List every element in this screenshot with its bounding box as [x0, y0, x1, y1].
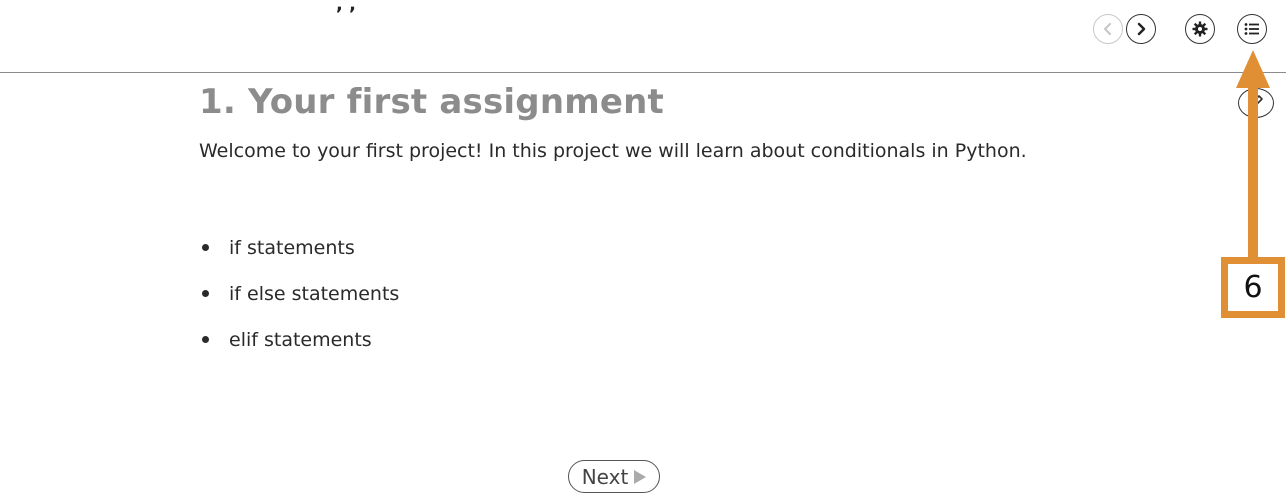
page-title: 1. Your first assignment	[199, 82, 664, 122]
list-item-text: elif statements	[229, 329, 372, 351]
gear-icon	[1192, 21, 1208, 37]
list-item: elif statements	[199, 318, 399, 364]
annotation-arrow-shaft	[1248, 82, 1258, 262]
list-item: if else statements	[199, 272, 399, 318]
list-item: if statements	[199, 226, 399, 272]
bullet-icon	[202, 244, 209, 251]
topic-list: if statements if else statements elif st…	[199, 226, 399, 364]
intro-paragraph: Welcome to your first project! In this p…	[199, 140, 1027, 162]
next-page-button[interactable]	[1126, 14, 1156, 44]
annotation-arrow-head	[1236, 50, 1270, 88]
next-button[interactable]: Next	[568, 460, 660, 493]
chevron-left-icon	[1103, 22, 1112, 36]
previous-button[interactable]	[1093, 14, 1123, 44]
annotation-label: 6	[1221, 257, 1285, 318]
next-button-label: Next	[581, 464, 629, 489]
list-item-text: if statements	[229, 237, 355, 259]
bullet-icon	[202, 290, 209, 297]
cropped-title-fragment: , ,	[336, 0, 356, 15]
list-icon	[1244, 23, 1259, 35]
bullet-icon	[202, 336, 209, 343]
top-toolbar: , ,	[0, 0, 1286, 73]
chevron-right-icon	[1137, 22, 1146, 36]
list-item-text: if else statements	[229, 283, 400, 305]
settings-button[interactable]	[1185, 14, 1215, 44]
table-of-contents-button[interactable]	[1237, 14, 1267, 44]
play-icon	[634, 469, 647, 484]
